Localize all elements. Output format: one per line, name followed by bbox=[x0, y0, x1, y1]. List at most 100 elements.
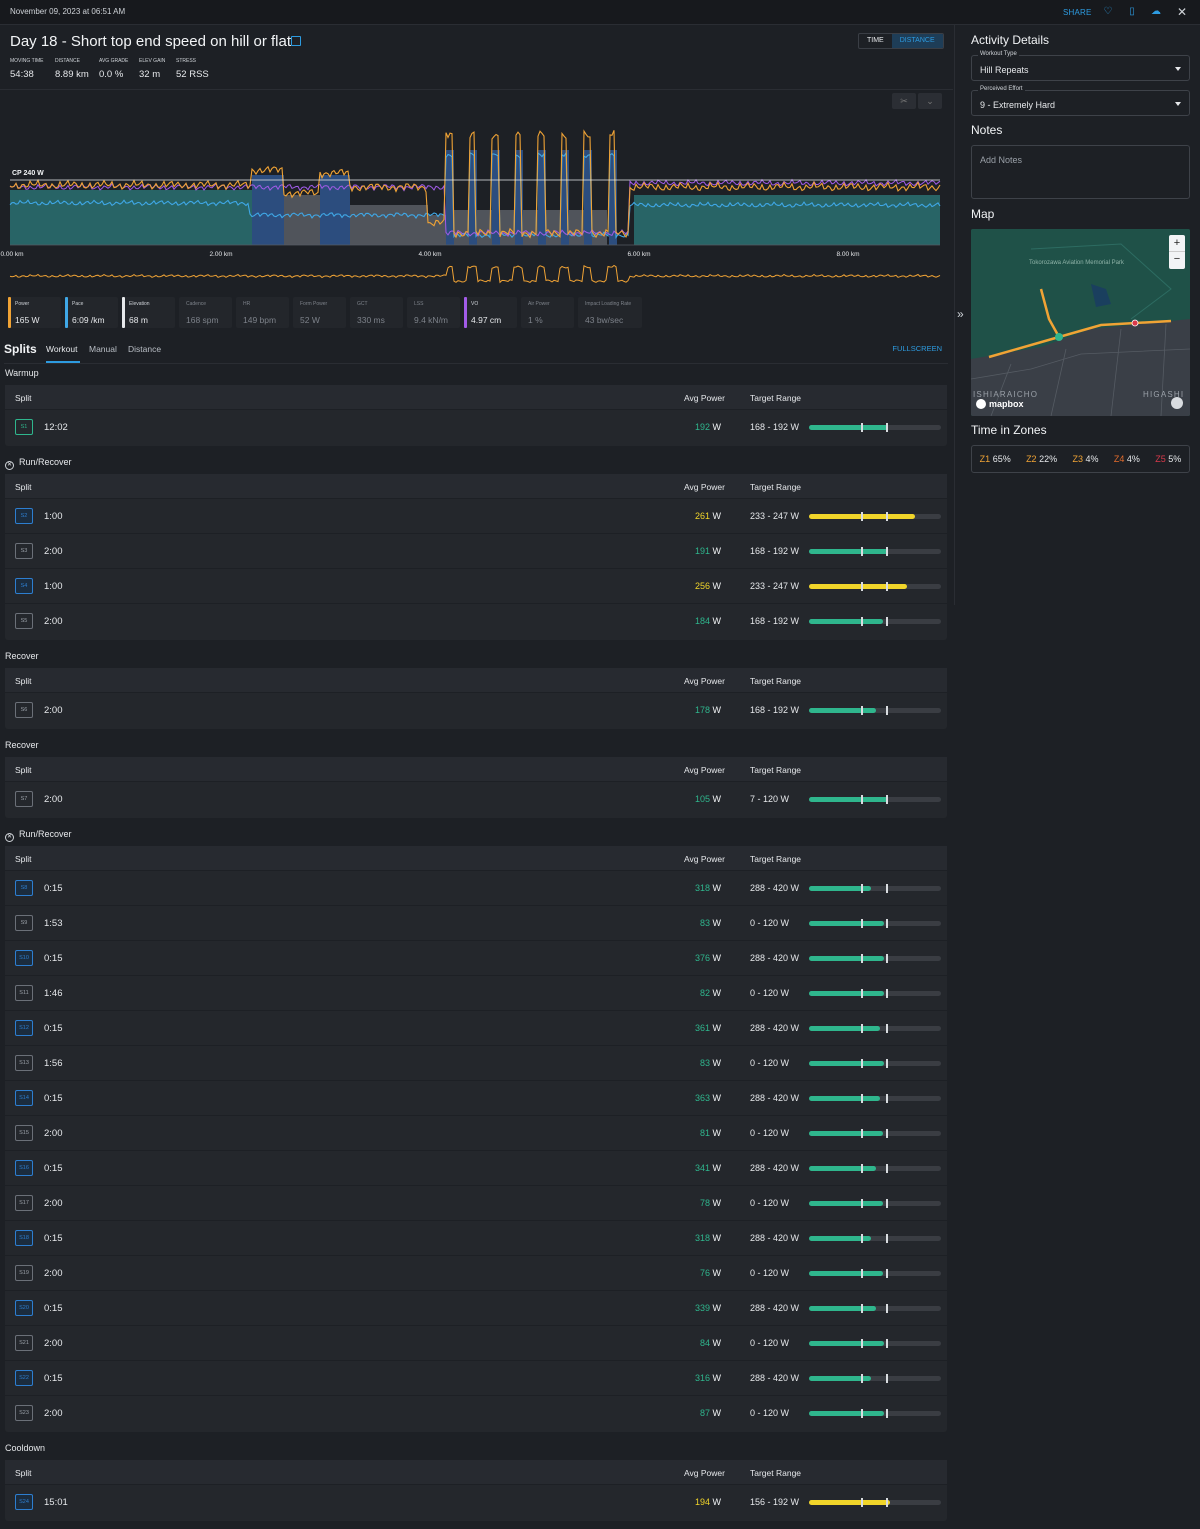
split-row[interactable]: S3 2:00 191 W 168 - 192 W bbox=[5, 534, 947, 569]
stat-label: Moving Time bbox=[10, 58, 44, 64]
split-row[interactable]: S24 15:01 194 W 156 - 192 W bbox=[5, 1485, 947, 1520]
metric-label: GCT bbox=[357, 301, 368, 307]
split-row[interactable]: S12 0:15 361 W 288 - 420 W bbox=[5, 1011, 947, 1046]
split-row[interactable]: S19 2:00 76 W 0 - 120 W bbox=[5, 1256, 947, 1291]
tab-distance[interactable]: Distance bbox=[128, 344, 161, 354]
split-badge: S5 bbox=[15, 613, 33, 629]
split-row[interactable]: S9 1:53 83 W 0 - 120 W bbox=[5, 906, 947, 941]
split-row[interactable]: S5 2:00 184 W 168 - 192 W bbox=[5, 604, 947, 639]
section-name: Warmup bbox=[5, 368, 39, 378]
metric-cadence[interactable]: Cadence 168 spm bbox=[179, 297, 232, 328]
split-row[interactable]: S13 1:56 83 W 0 - 120 W bbox=[5, 1046, 947, 1081]
scissors-icon[interactable]: ✂ bbox=[892, 93, 916, 109]
range-bar bbox=[809, 1164, 941, 1173]
section-name: Recover bbox=[5, 740, 39, 750]
metric-form-power[interactable]: Form Power 52 W bbox=[293, 297, 346, 328]
metric-lss[interactable]: LSS 9.4 kN/m bbox=[407, 297, 460, 328]
split-row[interactable]: S18 0:15 318 W 288 - 420 W bbox=[5, 1221, 947, 1256]
notes-input[interactable]: Add Notes bbox=[971, 145, 1190, 199]
metric-gct[interactable]: GCT 330 ms bbox=[350, 297, 403, 328]
split-target-range: 156 - 192 W bbox=[750, 1497, 800, 1507]
split-table: Split Avg Power Target Range S2 1:00 261 W 233… bbox=[5, 474, 947, 640]
chevron-down-icon[interactable]: ⌄ bbox=[918, 93, 942, 109]
zone-label: Z3 bbox=[1072, 454, 1083, 464]
remove-section-icon[interactable]: ✕ bbox=[5, 833, 14, 842]
section-header: Recover bbox=[5, 651, 39, 661]
metric-power[interactable]: Power 165 W bbox=[8, 297, 61, 328]
range-min-tick bbox=[861, 1129, 863, 1138]
split-row[interactable]: S8 0:15 318 W 288 - 420 W bbox=[5, 871, 947, 906]
metric-value: 43 bw/sec bbox=[585, 315, 624, 325]
share-button[interactable]: SHARE bbox=[1063, 8, 1092, 17]
range-max-tick bbox=[886, 706, 888, 715]
overview-power-line[interactable] bbox=[9, 264, 941, 284]
split-row[interactable]: S14 0:15 363 W 288 - 420 W bbox=[5, 1081, 947, 1116]
split-row[interactable]: S4 1:00 256 W 233 - 247 W bbox=[5, 569, 947, 604]
power-value: 316 bbox=[694, 1373, 710, 1383]
split-row[interactable]: S6 2:00 178 W 168 - 192 W bbox=[5, 693, 947, 728]
split-row[interactable]: S17 2:00 78 W 0 - 120 W bbox=[5, 1186, 947, 1221]
notes-placeholder: Add Notes bbox=[980, 155, 1023, 165]
range-max-tick bbox=[886, 1059, 888, 1068]
cloud-download-icon[interactable]: ☁ bbox=[1150, 6, 1162, 18]
range-bar bbox=[809, 1059, 941, 1068]
notes-title: Notes bbox=[971, 123, 1003, 137]
toggle-distance[interactable]: DISTANCE bbox=[891, 34, 943, 48]
metric-label: Air Power bbox=[528, 301, 550, 307]
range-bar-fill bbox=[809, 549, 889, 554]
section-header: Cooldown bbox=[5, 1443, 45, 1453]
zoom-in-button[interactable]: + bbox=[1169, 235, 1185, 252]
split-row[interactable]: S21 2:00 84 W 0 - 120 W bbox=[5, 1326, 947, 1361]
split-table-header: Split Avg Power Target Range bbox=[5, 474, 947, 499]
remove-section-icon[interactable]: ✕ bbox=[5, 461, 14, 470]
power-unit: W bbox=[712, 616, 722, 626]
split-row[interactable]: S1 12:02 192 W 168 - 192 W bbox=[5, 410, 947, 445]
metric-vo[interactable]: VO 4.97 cm bbox=[464, 297, 517, 328]
activity-chart[interactable]: CP 240 W 0.00 km 2.00 km 4.00 km 6.00 km 8.0… bbox=[0, 115, 953, 295]
recover-band bbox=[592, 210, 607, 245]
metric-impact-loading-rate[interactable]: Impact Loading Rate 43 bw/sec bbox=[578, 297, 642, 328]
metric-label: Power bbox=[15, 301, 30, 307]
split-row[interactable]: S20 0:15 339 W 288 - 420 W bbox=[5, 1291, 947, 1326]
split-row[interactable]: S16 0:15 341 W 288 - 420 W bbox=[5, 1151, 947, 1186]
split-table-header: Split Avg Power Target Range bbox=[5, 1460, 947, 1485]
section-header[interactable]: ✕ Run/Recover bbox=[5, 457, 72, 470]
close-icon[interactable]: ✕ bbox=[1176, 6, 1188, 18]
col-split: Split bbox=[15, 393, 32, 403]
range-max-tick bbox=[886, 1234, 888, 1243]
split-row[interactable]: S15 2:00 81 W 0 - 120 W bbox=[5, 1116, 947, 1151]
range-bar-fill bbox=[809, 1096, 881, 1101]
metric-air-power[interactable]: Air Power 1 % bbox=[521, 297, 574, 328]
toggle-time[interactable]: TIME bbox=[859, 34, 892, 48]
route-map[interactable]: Tokorozawa Aviation Memorial Park ISHIAR… bbox=[971, 229, 1190, 416]
fullscreen-button[interactable]: FULLSCREEN bbox=[892, 344, 942, 353]
metric-pace[interactable]: Pace 6:09 /km bbox=[65, 297, 118, 328]
heart-icon[interactable]: ♡ bbox=[1102, 6, 1114, 18]
split-row[interactable]: S7 2:00 105 W 7 - 120 W bbox=[5, 782, 947, 817]
tab-manual[interactable]: Manual bbox=[89, 344, 117, 354]
workout-type-select[interactable]: Workout Type Hill Repeats bbox=[971, 51, 1190, 81]
power-value: 361 bbox=[694, 1023, 710, 1033]
split-row[interactable]: S22 0:15 316 W 288 - 420 W bbox=[5, 1361, 947, 1396]
col-split: Split bbox=[15, 482, 32, 492]
metric-elevation[interactable]: Elevation 68 m bbox=[122, 297, 175, 328]
map-zoom-controls: + − bbox=[1169, 235, 1185, 269]
split-target-range: 168 - 192 W bbox=[750, 422, 800, 432]
clipboard-icon[interactable]: ▯ bbox=[1126, 6, 1138, 18]
edit-icon[interactable] bbox=[291, 36, 301, 46]
tab-workout[interactable]: Workout bbox=[46, 344, 78, 354]
stat-elev-gain: Elev Gain 32 m bbox=[139, 58, 165, 80]
metric-value: 168 spm bbox=[186, 315, 219, 325]
split-row[interactable]: S2 1:00 261 W 233 - 247 W bbox=[5, 499, 947, 534]
split-row[interactable]: S10 0:15 376 W 288 - 420 W bbox=[5, 941, 947, 976]
zoom-out-button[interactable]: − bbox=[1169, 252, 1185, 269]
section-header[interactable]: ✕ Run/Recover bbox=[5, 829, 72, 842]
metric-hr[interactable]: HR 149 bpm bbox=[236, 297, 289, 328]
perceived-effort-select[interactable]: Perceived Effort 9 - Extremely Hard bbox=[971, 86, 1190, 116]
range-bar bbox=[809, 1498, 941, 1507]
split-avg-power: 361 W bbox=[645, 1023, 721, 1033]
split-row[interactable]: S11 1:46 82 W 0 - 120 W bbox=[5, 976, 947, 1011]
split-row[interactable]: S23 2:00 87 W 0 - 120 W bbox=[5, 1396, 947, 1431]
range-bar bbox=[809, 582, 941, 591]
range-bar-fill bbox=[809, 1026, 881, 1031]
